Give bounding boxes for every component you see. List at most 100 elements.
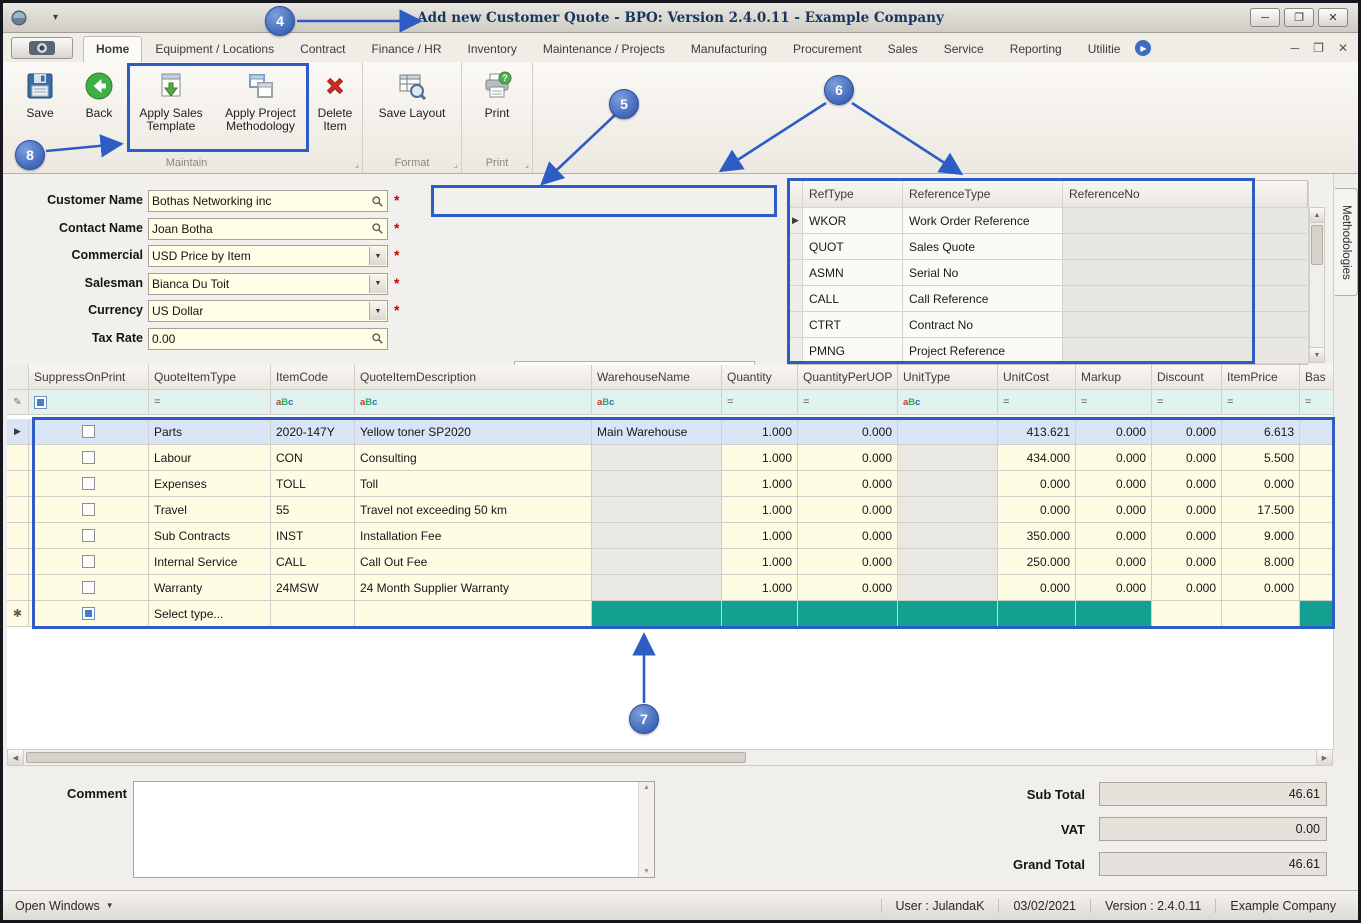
cell-quoteitemtype[interactable]: Select type... [149, 601, 271, 626]
cell-unittype[interactable] [898, 445, 998, 470]
cell-quantityperuop[interactable] [798, 601, 898, 626]
ribbon-tab-utilitie[interactable]: Utilitie [1075, 36, 1134, 62]
cell-bas[interactable] [1300, 523, 1333, 548]
cell-itemcode[interactable]: TOLL [271, 471, 355, 496]
ribbon-tab-inventory[interactable]: Inventory [454, 36, 529, 62]
items-grid-new-row[interactable]: ✱Select type... [7, 601, 1333, 627]
ref-grid-row[interactable]: CTRTContract No [789, 312, 1307, 338]
dropdown-arrow-icon[interactable]: ▼ [369, 275, 386, 293]
column-header-quantityperuop[interactable]: QuantityPerUOP [798, 365, 898, 389]
cell-quoteitemdescription[interactable] [355, 601, 592, 626]
cell-itemcode[interactable]: 24MSW [271, 575, 355, 600]
filter-cell-discount[interactable]: = [1152, 390, 1222, 414]
cell-quantityperuop[interactable]: 0.000 [798, 549, 898, 574]
cell-suppressonprint[interactable] [29, 497, 149, 522]
cell-markup[interactable]: 0.000 [1076, 445, 1152, 470]
comment-input[interactable]: ▲▼ [133, 781, 655, 878]
items-grid-row[interactable]: Warranty24MSW24 Month Supplier Warranty1… [7, 575, 1333, 601]
cell-markup[interactable]: 0.000 [1076, 497, 1152, 522]
dialog-launcher-icon[interactable]: ⌟ [355, 159, 359, 170]
cell-quantity[interactable]: 1.000 [722, 471, 798, 496]
cell-unitcost[interactable]: 250.000 [998, 549, 1076, 574]
cell-warehousename[interactable] [592, 601, 722, 626]
cell-quantity[interactable] [722, 601, 798, 626]
cell-discount[interactable]: 0.000 [1152, 419, 1222, 444]
cell-itemprice[interactable]: 6.613 [1222, 419, 1300, 444]
cell-quantityperuop[interactable]: 0.000 [798, 575, 898, 600]
filter-cell-bas[interactable]: = [1300, 390, 1333, 414]
filter-cell-suppressonprint[interactable] [29, 390, 149, 414]
cell-quoteitemtype[interactable]: Sub Contracts [149, 523, 271, 548]
cell-unitcost[interactable] [998, 601, 1076, 626]
cell-quoteitemtype[interactable]: Parts [149, 419, 271, 444]
filter-cell-itemcode[interactable]: aBc [271, 390, 355, 414]
cell-bas[interactable] [1300, 445, 1333, 470]
cell-bas[interactable] [1300, 601, 1333, 626]
scroll-left-icon[interactable]: ◀ [8, 750, 24, 765]
ref-grid-row[interactable]: ▶WKORWork Order Reference [789, 208, 1307, 234]
cell-quantity[interactable]: 1.000 [722, 523, 798, 548]
cell-quoteitemtype[interactable]: Warranty [149, 575, 271, 600]
cell-warehousename[interactable]: Main Warehouse [592, 419, 722, 444]
checkbox-icon[interactable] [82, 477, 95, 490]
items-grid-row[interactable]: LabourCONConsulting1.0000.000434.0000.00… [7, 445, 1333, 471]
apply-project-methodology-button[interactable]: Apply Project Methodology [213, 64, 308, 155]
ref-cell-referencetype[interactable]: Project Reference [903, 338, 1063, 363]
ribbon-tab-procurement[interactable]: Procurement [780, 36, 875, 62]
close-button[interactable]: ✕ [1318, 8, 1348, 27]
cell-quoteitemdescription[interactable]: Installation Fee [355, 523, 592, 548]
cell-unitcost[interactable]: 0.000 [998, 575, 1076, 600]
ribbon-tab-contract[interactable]: Contract [287, 36, 358, 62]
cell-itemcode[interactable]: 2020-147Y [271, 419, 355, 444]
cell-quoteitemdescription[interactable]: Travel not exceeding 50 km [355, 497, 592, 522]
items-grid-row[interactable]: ▶Parts2020-147YYellow toner SP2020Main W… [7, 419, 1333, 445]
ref-cell-reftype[interactable]: QUOT [803, 234, 903, 259]
scroll-down-icon[interactable]: ▼ [1310, 347, 1324, 362]
title-bar[interactable]: ▾ Add new Customer Quote - BPO: Version … [3, 3, 1358, 33]
ref-cell-referencetype[interactable]: Sales Quote [903, 234, 1063, 259]
tab-methodologies[interactable]: Methodologies [1335, 188, 1358, 296]
cell-itemcode[interactable]: INST [271, 523, 355, 548]
cell-quantity[interactable]: 1.000 [722, 497, 798, 522]
cell-suppressonprint[interactable] [29, 523, 149, 548]
checkbox-icon[interactable] [82, 529, 95, 542]
ribbon-tab-home[interactable]: Home [83, 36, 142, 62]
back-button[interactable]: Back [69, 64, 129, 155]
column-header-warehousename[interactable]: WarehouseName [592, 365, 722, 389]
ref-cell-referenceno[interactable] [1063, 260, 1309, 285]
ref-column-header-reftype[interactable]: RefType [803, 181, 903, 207]
items-grid-row[interactable]: Internal ServiceCALLCall Out Fee1.0000.0… [7, 549, 1333, 575]
cell-quoteitemtype[interactable]: Labour [149, 445, 271, 470]
cell-suppressonprint[interactable] [29, 445, 149, 470]
ref-cell-referenceno[interactable] [1063, 234, 1309, 259]
cell-bas[interactable] [1300, 419, 1333, 444]
filter-cell-quoteitemdescription[interactable]: aBc [355, 390, 592, 414]
ref-cell-referencetype[interactable]: Work Order Reference [903, 208, 1063, 233]
cell-quantityperuop[interactable]: 0.000 [798, 419, 898, 444]
ribbon-tab-reporting[interactable]: Reporting [997, 36, 1075, 62]
ref-cell-reftype[interactable]: WKOR [803, 208, 903, 233]
ref-cell-referencetype[interactable]: Serial No [903, 260, 1063, 285]
cell-itemprice[interactable]: 0.000 [1222, 471, 1300, 496]
cell-quantity[interactable]: 1.000 [722, 419, 798, 444]
cell-discount[interactable]: 0.000 [1152, 497, 1222, 522]
column-header-suppressonprint[interactable]: SuppressOnPrint [29, 365, 149, 389]
items-grid-row[interactable]: ExpensesTOLLToll1.0000.0000.0000.0000.00… [7, 471, 1333, 497]
field-tax-rate-input[interactable]: 0.00 [148, 328, 388, 350]
lookup-icon[interactable] [369, 192, 386, 210]
checkbox-icon[interactable] [82, 607, 95, 620]
cell-quantityperuop[interactable]: 0.000 [798, 523, 898, 548]
ref-cell-referencetype[interactable]: Call Reference [903, 286, 1063, 311]
filter-cell-quantity[interactable]: = [722, 390, 798, 414]
cell-unitcost[interactable]: 0.000 [998, 471, 1076, 496]
ribbon-tab-service[interactable]: Service [931, 36, 997, 62]
scroll-right-icon[interactable]: ▶ [1316, 750, 1332, 765]
cell-bas[interactable] [1300, 549, 1333, 574]
cell-itemprice[interactable]: 0.000 [1222, 575, 1300, 600]
cell-markup[interactable] [1076, 601, 1152, 626]
cell-markup[interactable]: 0.000 [1076, 523, 1152, 548]
cell-warehousename[interactable] [592, 497, 722, 522]
cell-itemprice[interactable]: 5.500 [1222, 445, 1300, 470]
items-grid-row[interactable]: Sub ContractsINSTInstallation Fee1.0000.… [7, 523, 1333, 549]
tab-scroll-right-icon[interactable]: ▶ [1135, 40, 1151, 56]
